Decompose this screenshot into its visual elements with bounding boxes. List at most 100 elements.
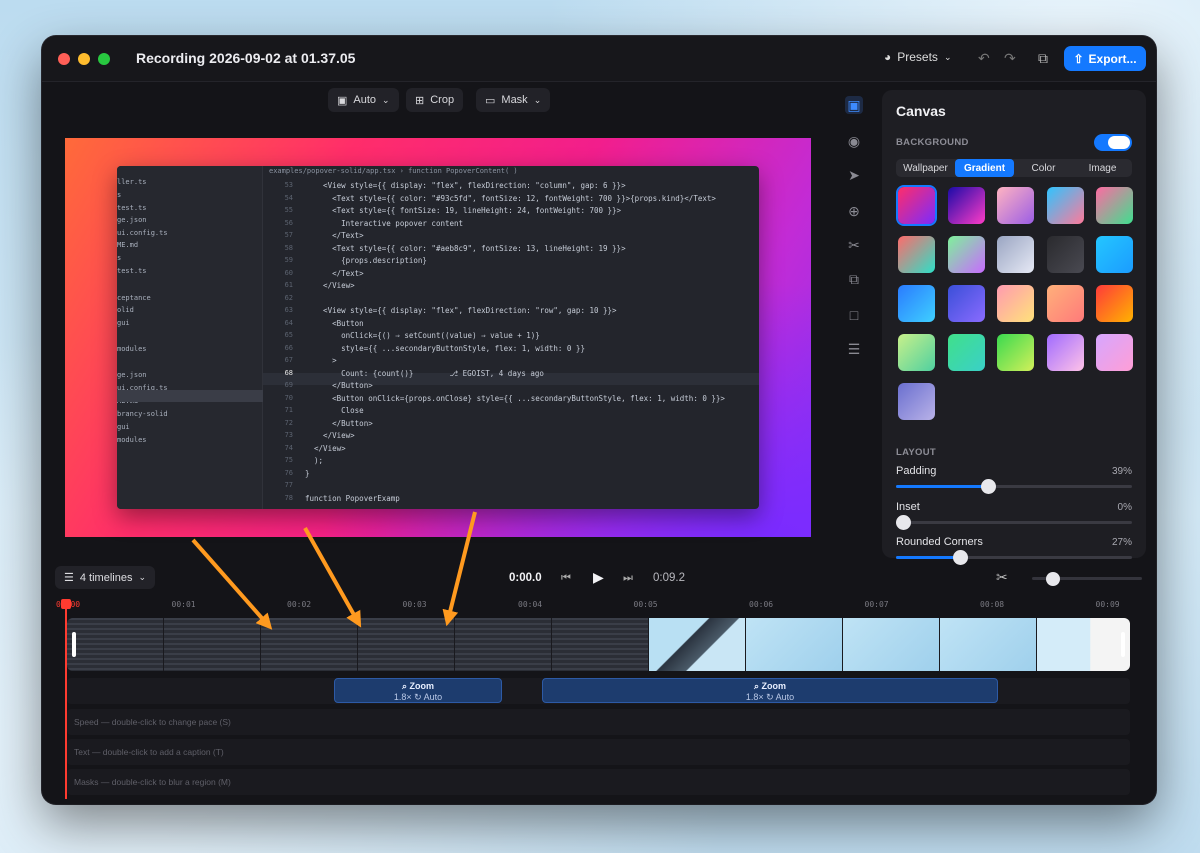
- gradient-swatch[interactable]: [1046, 285, 1084, 322]
- gradient-swatch[interactable]: [947, 187, 985, 224]
- inset-slider[interactable]: [896, 515, 1132, 530]
- slider-knob[interactable]: [981, 479, 997, 494]
- gradient-swatch[interactable]: [1046, 236, 1084, 273]
- canvas-tool-icon[interactable]: ▣: [845, 96, 863, 114]
- crop-button[interactable]: ⊞ Crop: [406, 88, 464, 112]
- gradient-swatch[interactable]: [1046, 334, 1084, 371]
- masks-track-lane[interactable]: Masks — double-click to blur a region (M…: [67, 769, 1130, 795]
- file-tree-item[interactable]: ge.json: [117, 371, 147, 379]
- gradient-swatch[interactable]: [997, 334, 1034, 371]
- export-button[interactable]: ⇧ Export...: [1064, 46, 1146, 71]
- slider-knob[interactable]: [952, 550, 968, 565]
- file-tree-item[interactable]: test.ts: [117, 267, 147, 275]
- file-tree-item[interactable]: gui: [117, 423, 130, 431]
- zoom-window-button[interactable]: [98, 53, 110, 65]
- gradient-swatch[interactable]: [898, 236, 935, 273]
- zoom-icon[interactable]: ⊕: [845, 202, 863, 220]
- video-frame-thumbnail: [261, 618, 358, 671]
- file-tree-item[interactable]: gui: [117, 319, 130, 327]
- file-tree-item[interactable]: ME.md: [117, 241, 138, 249]
- code-line: </Text>: [305, 268, 364, 278]
- gradient-swatch[interactable]: [1096, 236, 1133, 273]
- auto-layout-button[interactable]: ▣ Auto ⌄: [328, 88, 399, 112]
- trim-handle-left[interactable]: [72, 632, 76, 657]
- padding-slider[interactable]: [896, 479, 1132, 494]
- gradient-swatch[interactable]: [947, 334, 985, 371]
- layout-section-label: LAYOUT: [896, 447, 936, 458]
- file-tree-item[interactable]: olid: [117, 306, 134, 314]
- rounded-corners-slider[interactable]: [896, 550, 1132, 565]
- gradient-swatch[interactable]: [1096, 285, 1133, 322]
- presets-button[interactable]: ◕ Presets ⌄: [884, 50, 951, 64]
- line-number: 56: [284, 218, 293, 227]
- tab-gradient[interactable]: Gradient: [955, 159, 1014, 177]
- file-tree-item[interactable]: ui.config.ts: [117, 229, 168, 237]
- gradient-swatch[interactable]: [1046, 187, 1084, 224]
- copy-icon[interactable]: ⧉: [1038, 50, 1048, 67]
- gradient-swatch[interactable]: [997, 236, 1034, 273]
- gradient-swatch[interactable]: [898, 383, 935, 420]
- zoom-clip[interactable]: ⌕ Zoom 1.8× ↻ Auto: [334, 678, 502, 703]
- presets-label: Presets: [897, 50, 938, 64]
- close-window-button[interactable]: [58, 53, 70, 65]
- time-ruler[interactable]: 00:0000:0100:0200:0300:0400:0500:0600:07…: [42, 598, 1156, 616]
- camera-icon[interactable]: ◉: [845, 132, 863, 150]
- gradient-swatch[interactable]: [898, 187, 935, 224]
- gradient-swatch[interactable]: [898, 285, 935, 322]
- file-tree-item[interactable]: s: [117, 191, 121, 199]
- skip-back-button[interactable]: ⏮: [561, 572, 571, 585]
- slider-knob[interactable]: [896, 515, 911, 530]
- tab-wallpaper[interactable]: Wallpaper: [896, 159, 955, 177]
- timeline-zoom-slider[interactable]: [1032, 572, 1142, 586]
- speed-track-lane[interactable]: Speed — double-click to change pace (S): [67, 709, 1130, 735]
- playhead[interactable]: [61, 599, 71, 799]
- file-tree-item[interactable]: ller.ts: [117, 178, 147, 186]
- file-tree-item[interactable]: modules: [117, 345, 147, 353]
- play-button[interactable]: ▶: [593, 569, 604, 586]
- cursor-icon[interactable]: ➤: [845, 166, 863, 184]
- auto-icon: ↻: [763, 692, 776, 702]
- file-tree-item[interactable]: s: [117, 254, 121, 262]
- audio-waveform-icon[interactable]: ☰: [845, 340, 863, 358]
- file-tree-item[interactable]: brancy-solid: [117, 410, 168, 418]
- scissors-icon[interactable]: ✂: [845, 236, 863, 254]
- ruler-tick-label: 00:06: [749, 600, 774, 609]
- timelines-dropdown[interactable]: ☰ 4 timelines ⌄: [55, 566, 155, 589]
- video-frame-thumbnail: [843, 618, 940, 671]
- tab-color[interactable]: Color: [1014, 159, 1073, 177]
- minimize-window-button[interactable]: [78, 53, 90, 65]
- gradient-swatch[interactable]: [997, 285, 1034, 322]
- line-number: 73: [284, 431, 293, 439]
- video-clip-track[interactable]: [67, 618, 1130, 671]
- gradient-swatch[interactable]: [1096, 187, 1133, 224]
- undo-icon[interactable]: ↶: [978, 50, 990, 67]
- video-frame-thumbnail: [67, 618, 164, 671]
- gradient-swatch[interactable]: [947, 285, 985, 322]
- file-tree-item[interactable]: ge.json: [117, 216, 147, 224]
- file-tree-item[interactable]: ceptance: [117, 294, 151, 302]
- file-tree-selected-row[interactable]: [117, 390, 263, 402]
- slider-value: 0%: [1117, 502, 1132, 513]
- gradient-swatch[interactable]: [898, 334, 935, 371]
- mask-label: Mask: [501, 94, 528, 106]
- mask-button[interactable]: ▭ Mask ⌄: [476, 88, 551, 112]
- caption-icon[interactable]: □: [845, 306, 863, 324]
- line-number: 53: [284, 181, 293, 189]
- split-scissors-icon[interactable]: ✂: [996, 569, 1008, 586]
- zoom-clip[interactable]: ⌕ Zoom 1.8× ↻ Auto: [542, 678, 998, 703]
- line-number: 62: [284, 293, 293, 302]
- skip-forward-button[interactable]: ⏭: [623, 572, 633, 585]
- file-tree-item[interactable]: test.ts: [117, 204, 147, 212]
- trim-handle-right[interactable]: [1121, 632, 1125, 657]
- ruler-tick-label: 00:04: [518, 600, 543, 609]
- chevron-down-icon: ⌄: [382, 94, 390, 105]
- gradient-swatch[interactable]: [1096, 334, 1133, 371]
- redo-icon[interactable]: ↷: [1004, 50, 1016, 67]
- file-tree-item[interactable]: modules: [117, 436, 147, 444]
- layers-icon[interactable]: ⧉: [845, 270, 863, 288]
- gradient-swatch[interactable]: [997, 187, 1034, 224]
- tab-image[interactable]: Image: [1073, 159, 1132, 177]
- text-track-lane[interactable]: Text — double-click to add a caption (T): [67, 739, 1130, 765]
- background-toggle[interactable]: [1094, 134, 1132, 151]
- gradient-swatch[interactable]: [947, 236, 985, 273]
